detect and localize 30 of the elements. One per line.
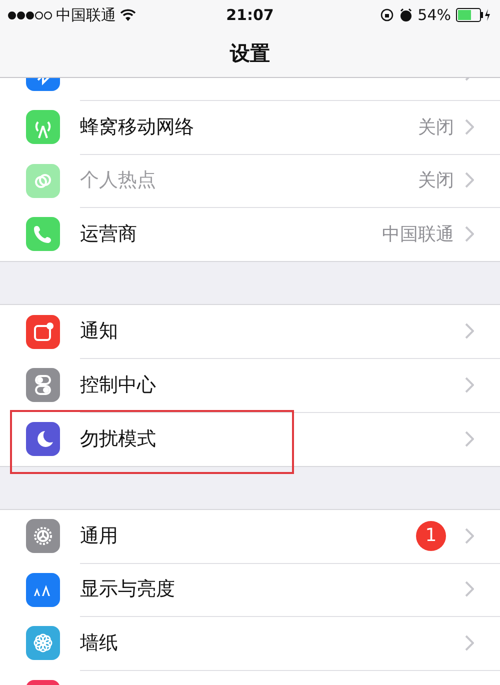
battery-percentage: 54% xyxy=(418,6,451,24)
chevron-icon xyxy=(464,430,474,447)
setting-value: 中国联通 xyxy=(382,223,454,246)
wifi-icon xyxy=(120,9,136,21)
setting-label[interactable]: 墙纸 xyxy=(80,630,464,656)
status-time: 21:07 xyxy=(226,6,274,24)
page-title: 设置 xyxy=(230,40,270,67)
alarm-icon xyxy=(398,8,413,22)
chevron-icon xyxy=(464,581,474,598)
chevron-icon xyxy=(464,634,474,651)
setting-label[interactable]: 通知 xyxy=(80,318,464,344)
setting-value: 关闭 xyxy=(418,116,454,139)
notification-badge: 1 xyxy=(416,520,446,551)
setting-label[interactable]: 运营商 xyxy=(80,221,382,248)
chevron-icon xyxy=(464,172,474,188)
chevron-icon xyxy=(464,226,474,242)
chevron-icon xyxy=(464,528,474,544)
setting-label[interactable]: 勿扰模式 xyxy=(80,426,464,452)
chevron-icon xyxy=(464,323,474,340)
rotation-lock-icon xyxy=(380,8,394,22)
chevron-icon xyxy=(464,376,474,393)
setting-label[interactable]: 通用 xyxy=(80,522,416,549)
setting-label[interactable]: 显示与亮度 xyxy=(80,576,464,602)
signal-icon xyxy=(8,10,52,20)
battery-icon xyxy=(456,8,492,22)
setting-label[interactable]: 蜂窝移动网络 xyxy=(80,114,418,140)
chevron-icon xyxy=(464,118,474,135)
carrier-name: 中国联通 xyxy=(56,6,116,24)
setting-value: 关闭 xyxy=(418,169,454,192)
setting-label[interactable]: 控制中心 xyxy=(80,372,464,398)
